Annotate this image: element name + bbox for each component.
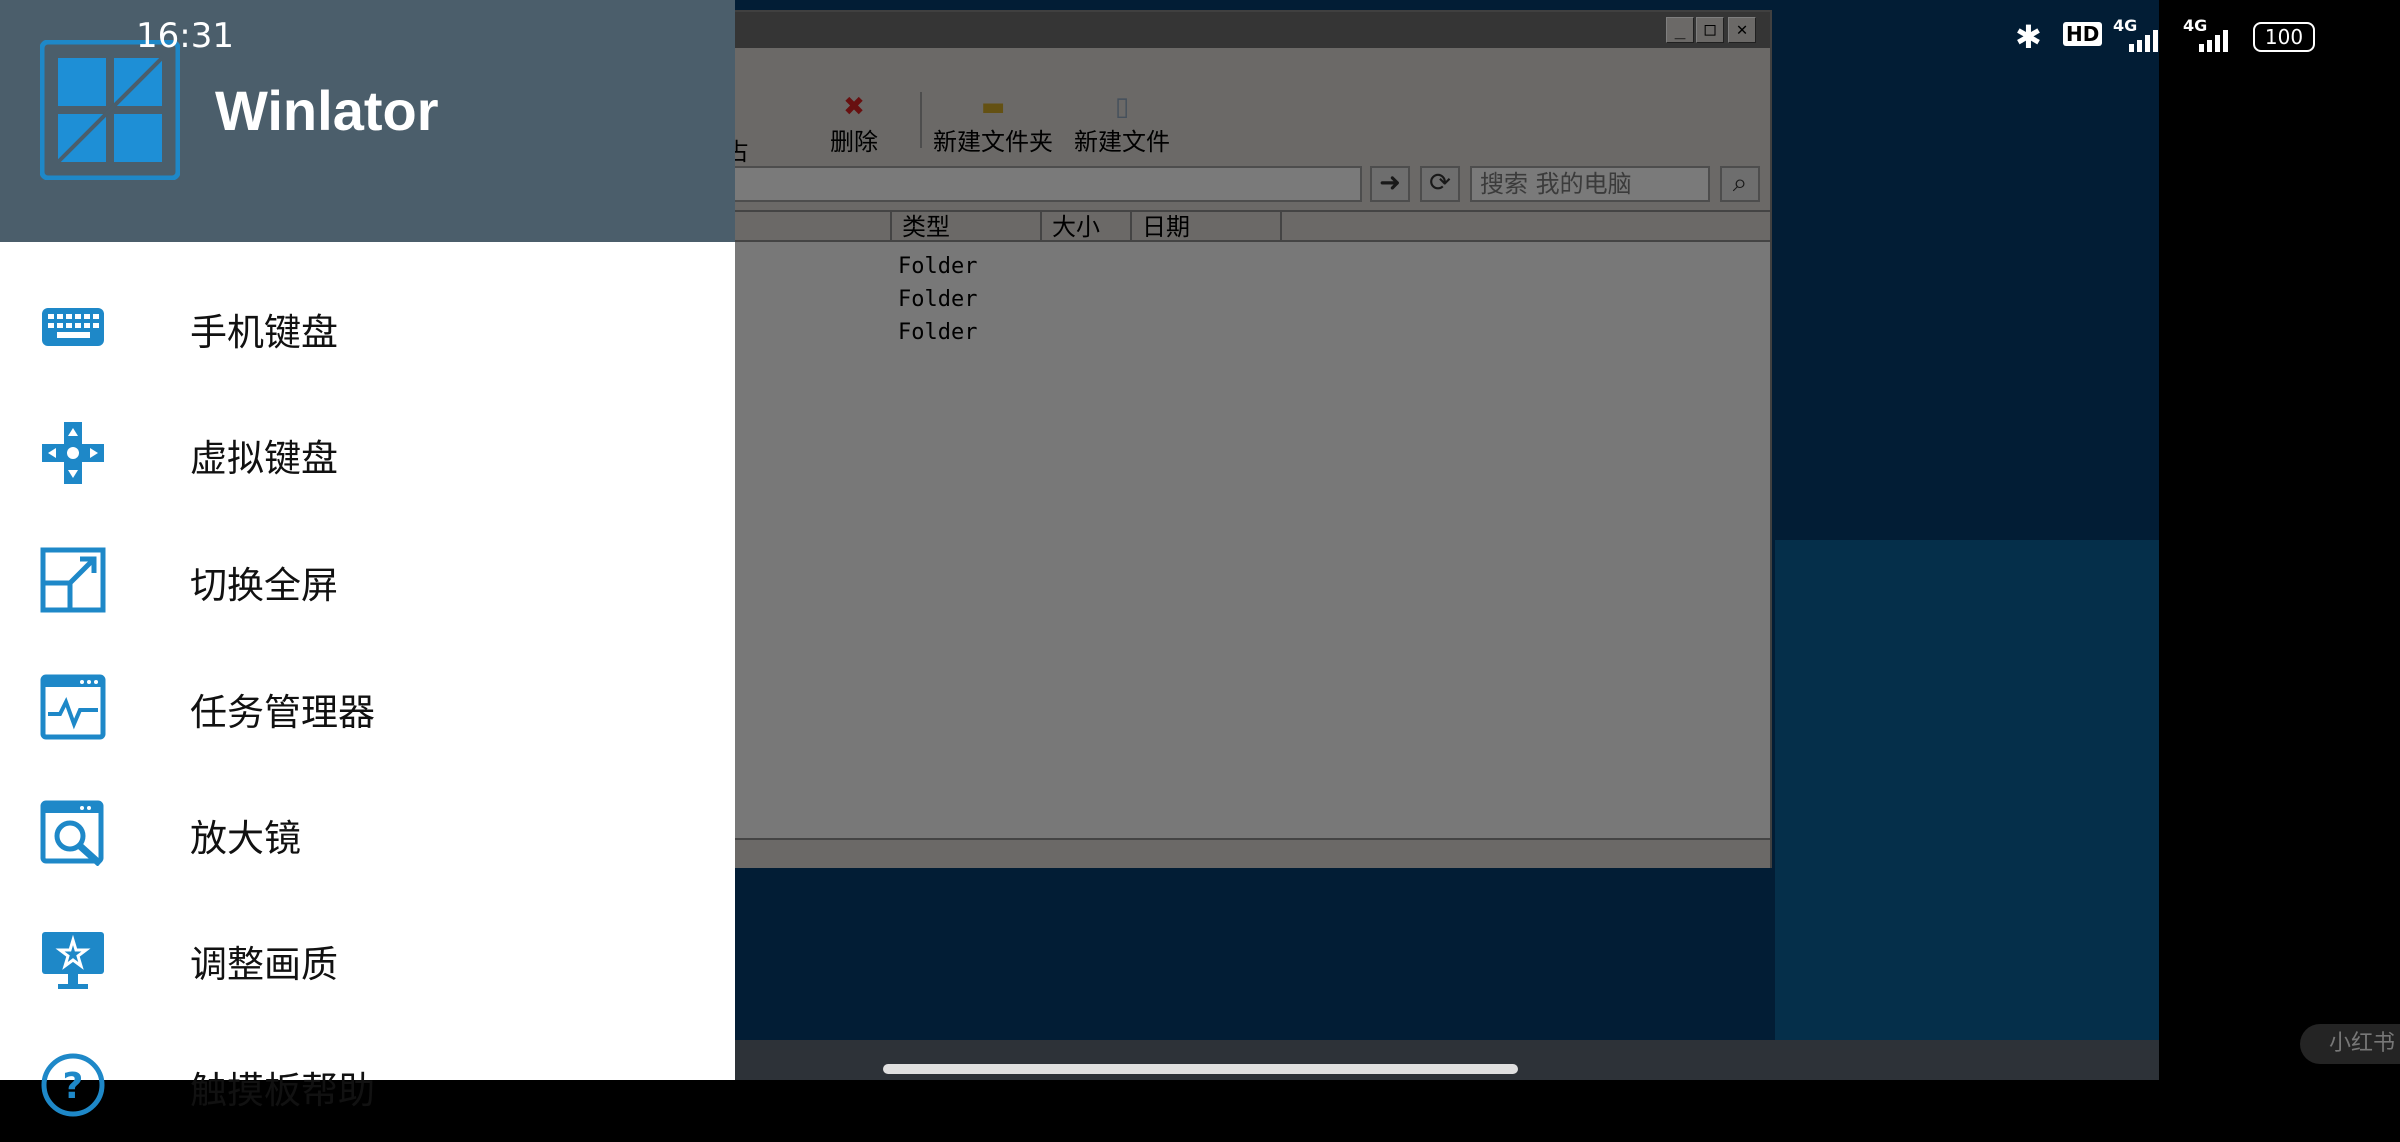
bluetooth-icon: ✱ bbox=[2015, 18, 2042, 56]
magnifier-icon bbox=[40, 800, 104, 866]
svg-text:?: ? bbox=[63, 1066, 84, 1107]
menu-item-virtual-keyboard[interactable]: 虚拟键盘 bbox=[0, 390, 735, 510]
menu-item-touchpad-help[interactable]: ? 触摸板帮助 bbox=[0, 1022, 735, 1142]
app-title: Winlator bbox=[215, 79, 439, 142]
menu-item-label: 虚拟键盘 bbox=[190, 437, 338, 480]
menu-item-label: 任务管理器 bbox=[190, 691, 375, 734]
gesture-home-indicator[interactable] bbox=[883, 1064, 1518, 1074]
menu-item-label: 手机键盘 bbox=[190, 311, 338, 354]
winlator-logo-icon bbox=[40, 40, 180, 180]
drawer-header: Winlator bbox=[0, 0, 735, 242]
menu-item-toggle-fullscreen[interactable]: 切换全屏 bbox=[0, 517, 735, 637]
display-quality-icon bbox=[42, 932, 104, 989]
menu-item-adjust-quality[interactable]: 调整画质 bbox=[0, 896, 735, 1016]
menu-item-label: 切换全屏 bbox=[190, 564, 338, 607]
help-icon: ? bbox=[41, 1053, 105, 1117]
battery-icon: 100 bbox=[2253, 22, 2315, 52]
status-time: 16:31 bbox=[136, 16, 234, 56]
menu-item-label: 触摸板帮助 bbox=[190, 1069, 375, 1112]
dpad-icon bbox=[42, 422, 104, 484]
activity-monitor-icon bbox=[40, 674, 106, 740]
signal-icon bbox=[2199, 30, 2228, 52]
fullscreen-icon bbox=[40, 547, 106, 613]
menu-item-phone-keyboard[interactable]: 手机键盘 bbox=[0, 264, 735, 384]
navigation-drawer: Winlator 手机键盘 虚拟键盘 切换全屏 任务管理器 放大镜 调整画质 ?… bbox=[0, 0, 735, 1117]
keyboard-icon bbox=[42, 308, 104, 346]
menu-item-label: 放大镜 bbox=[190, 817, 301, 860]
menu-item-task-manager[interactable]: 任务管理器 bbox=[0, 644, 735, 764]
screen-side-bar bbox=[2159, 0, 2400, 1080]
menu-item-magnifier[interactable]: 放大镜 bbox=[0, 770, 735, 890]
menu-item-label: 调整画质 bbox=[190, 943, 338, 986]
signal-icon bbox=[2129, 30, 2158, 52]
hd-voice-badge: HD bbox=[2063, 22, 2103, 46]
watermark: 小红书 bbox=[2300, 1024, 2400, 1064]
